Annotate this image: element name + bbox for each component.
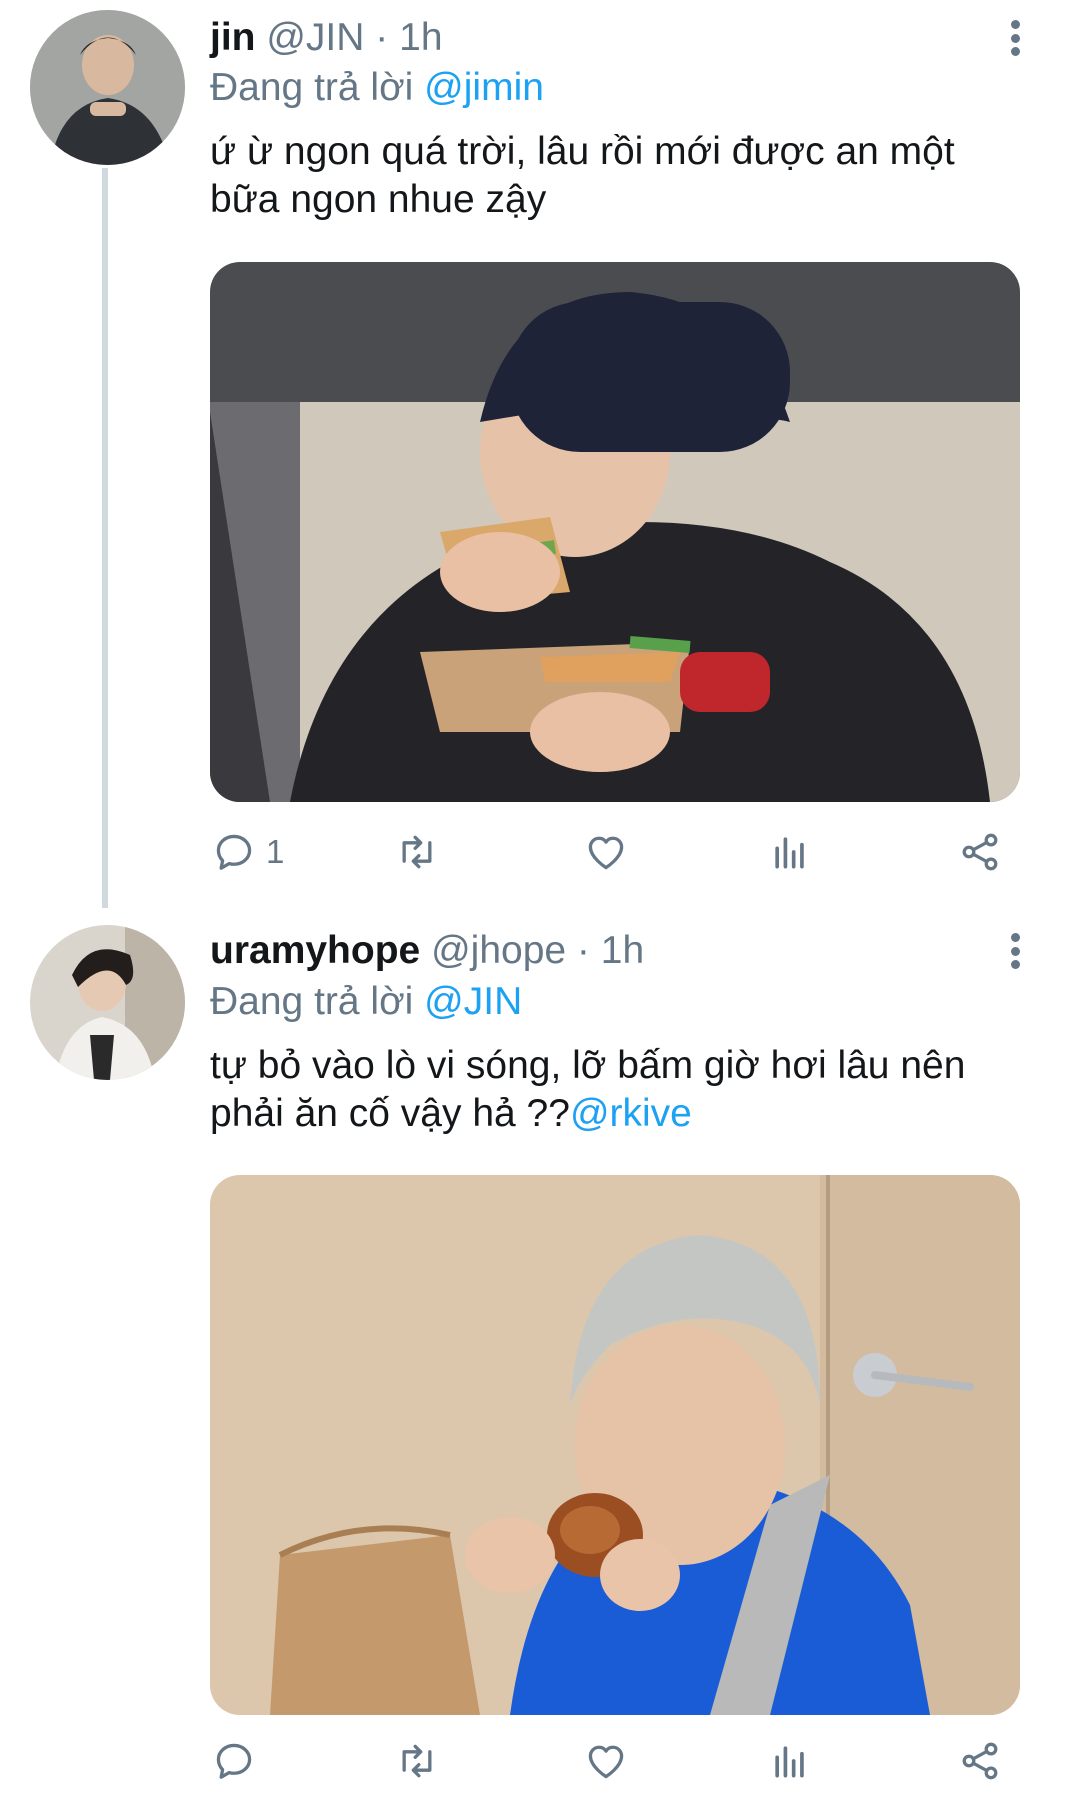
avatar[interactable] [30,10,185,165]
stats-icon [775,837,804,869]
photo-eating-bread [210,1175,1020,1715]
separator-dot: · [375,16,389,59]
stats-button[interactable] [768,1731,812,1791]
reply-button[interactable] [212,1731,266,1791]
tweet-text: tự bỏ vào lò vi sóng, lỡ bấm giờ hơi lâu… [210,1042,1010,1138]
replying-to-mention[interactable]: @jimin [424,66,544,109]
share-button[interactable] [958,1731,1002,1791]
share-button[interactable] [958,822,1002,882]
display-name[interactable]: uramyhope [210,929,420,972]
retweet-icon [402,1744,432,1778]
more-options-icon[interactable] [1000,927,1030,975]
replying-to: Đang trả lời @JIN [210,978,522,1026]
like-icon [588,836,624,870]
avatar-image [30,10,185,165]
share-icon [962,1742,998,1780]
timestamp[interactable]: 1h [601,929,644,972]
replying-to-label: Đang trả lời [210,980,414,1023]
replying-to: Đang trả lời @jimin [210,64,544,112]
tweet-media-photo[interactable] [210,1175,1020,1715]
tweet-1[interactable]: jin @JIN · 1h Đang trả lời @jimin ứ ừ ng… [0,0,1080,905]
reply-icon [216,834,252,870]
tweet-header: jin @JIN · 1h [210,14,443,62]
user-handle[interactable]: @jhope [431,929,566,972]
avatar-image [30,925,185,1080]
replying-to-label: Đang trả lời [210,66,414,109]
tweet-actions: 1 [210,822,1020,882]
reply-button[interactable]: 1 [212,822,284,882]
share-icon [962,833,998,871]
reply-count: 1 [266,833,285,870]
avatar[interactable] [30,925,185,1080]
like-icon [588,1745,624,1779]
tweet-header: uramyhope @jhope · 1h [210,927,644,975]
stats-icon [775,1746,804,1778]
tweet-text-content: ứ ừ ngon quá trời, lâu rồi mới được an m… [210,130,955,221]
like-button[interactable] [584,1731,628,1791]
retweet-button[interactable] [395,822,439,882]
user-handle[interactable]: @JIN [266,16,364,59]
like-button[interactable] [584,822,628,882]
display-name[interactable]: jin [210,16,256,59]
reply-icon [216,1743,252,1779]
stats-button[interactable] [768,822,812,882]
timestamp[interactable]: 1h [399,16,442,59]
separator-dot: · [576,929,590,972]
replying-to-mention[interactable]: @JIN [424,980,522,1023]
retweet-icon [402,835,432,869]
tweet-media-photo[interactable] [210,262,1020,802]
tweet-2[interactable]: uramyhope @jhope · 1h Đang trả lời @JIN … [0,905,1080,1807]
tweet-text: ứ ừ ngon quá trời, lâu rồi mới được an m… [210,128,1010,224]
retweet-button[interactable] [395,1731,439,1791]
more-options-icon[interactable] [1000,14,1030,62]
tweet-actions [210,1731,1020,1791]
tweet-text-mention[interactable]: @rkive [570,1092,692,1135]
photo-eating-sandwich [210,262,1020,802]
